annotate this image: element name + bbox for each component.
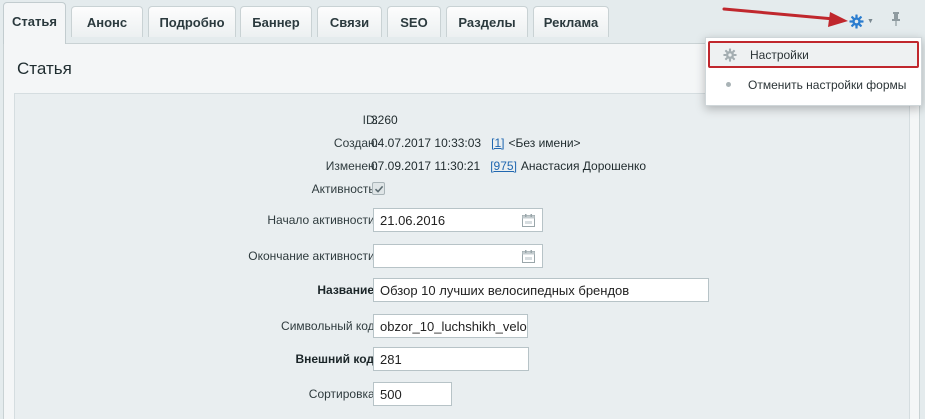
- field-row-id: ID: 3260: [15, 108, 911, 132]
- field-row-name: Название: Обзор 10 лучших велосипедных б…: [15, 278, 911, 302]
- tab-sections[interactable]: Разделы: [446, 6, 528, 37]
- modified-value: 07.09.2017 11:30:21 [975] Анастасия Доро…: [371, 154, 646, 178]
- id-value: 3260: [371, 113, 398, 127]
- menu-item-reset-form[interactable]: Отменить настройки формы: [708, 71, 919, 98]
- menu-item-settings-label: Настройки: [750, 47, 809, 62]
- page-title: Статья: [17, 59, 72, 78]
- field-row-sort: Сортировка: 500: [15, 382, 911, 406]
- form-area: ID: 3260 Создан: 04.07.2017 10:33:03 [1]…: [14, 93, 910, 419]
- field-row-external-code: Внешний код: 281: [15, 347, 911, 371]
- active-from-label: Начало активности:: [267, 213, 378, 227]
- field-row-code: Символьный код: obzor_10_luchshikh_velos…: [15, 314, 911, 338]
- checkmark-icon: [374, 185, 384, 193]
- external-code-label: Внешний код:: [295, 352, 378, 366]
- modified-user: Анастасия Дорошенко: [520, 159, 647, 173]
- gear-icon: [710, 47, 750, 62]
- dot-icon: [708, 82, 748, 87]
- calendar-icon[interactable]: [522, 214, 535, 227]
- field-row-active: Активность:: [15, 177, 911, 201]
- form-settings-button[interactable]: ▼: [849, 11, 879, 31]
- active-from-value: 21.06.2016: [380, 212, 446, 228]
- name-input[interactable]: Обзор 10 лучших велосипедных брендов: [373, 278, 709, 302]
- tab-details[interactable]: Подробно: [148, 6, 236, 37]
- active-label: Активность:: [311, 182, 378, 196]
- pin-button[interactable]: [890, 11, 906, 31]
- code-input[interactable]: obzor_10_luchshikh_velosip: [373, 314, 528, 338]
- tab-links[interactable]: Связи: [317, 6, 382, 37]
- active-to-input[interactable]: [373, 244, 543, 268]
- active-from-input[interactable]: 21.06.2016: [373, 208, 543, 232]
- field-row-created: Создан: 04.07.2017 10:33:03 [1] <Без име…: [15, 131, 911, 155]
- tab-banner[interactable]: Баннер: [240, 6, 312, 37]
- sort-label: Сортировка:: [308, 387, 378, 401]
- created-date: 04.07.2017 10:33:03: [371, 136, 482, 150]
- pin-icon: [892, 12, 900, 26]
- menu-item-reset-form-label: Отменить настройки формы: [748, 77, 907, 92]
- sort-input[interactable]: 500: [373, 382, 452, 406]
- external-code-input[interactable]: 281: [373, 347, 529, 371]
- created-value: 04.07.2017 10:33:03 [1] <Без имени>: [371, 131, 581, 155]
- code-label: Символьный код:: [281, 319, 378, 333]
- created-user-link[interactable]: [1]: [491, 136, 504, 150]
- created-user: <Без имени>: [508, 136, 581, 150]
- active-checkbox[interactable]: [372, 182, 385, 195]
- settings-menu: Настройки Отменить настройки формы: [705, 37, 922, 106]
- tab-seo[interactable]: SEO: [387, 6, 441, 37]
- field-row-modified: Изменен: 07.09.2017 11:30:21 [975] Анаст…: [15, 154, 911, 178]
- field-row-active-from: Начало активности: 21.06.2016: [15, 208, 911, 232]
- tab-announce[interactable]: Анонс: [71, 6, 143, 37]
- name-label: Название:: [317, 283, 378, 297]
- calendar-icon[interactable]: [522, 250, 535, 263]
- active-to-label: Окончание активности:: [248, 249, 378, 263]
- tab-advertising[interactable]: Реклама: [533, 6, 609, 37]
- gear-icon: [849, 13, 864, 29]
- menu-item-settings[interactable]: Настройки: [708, 41, 919, 68]
- modified-date: 07.09.2017 11:30:21: [371, 159, 481, 173]
- tab-article[interactable]: Статья: [3, 2, 66, 44]
- field-row-active-to: Окончание активности:: [15, 244, 911, 268]
- modified-user-link[interactable]: [975]: [490, 159, 517, 173]
- chevron-down-icon: ▼: [867, 17, 874, 25]
